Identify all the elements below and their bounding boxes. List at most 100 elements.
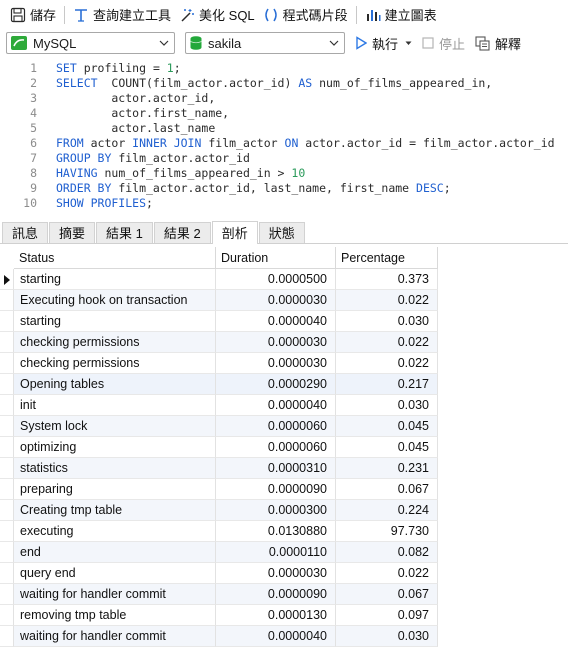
cell-percentage[interactable]: 0.224 [336,500,438,521]
cell-status[interactable]: checking permissions [14,332,216,353]
cell-status[interactable]: starting [14,269,216,290]
cell-percentage[interactable]: 0.030 [336,626,438,647]
table-row[interactable]: waiting for handler commit 0.0000090 0.067 [0,584,438,605]
cell-status[interactable]: end [14,542,216,563]
table-row[interactable]: removing tmp table 0.0000130 0.097 [0,605,438,626]
cell-status[interactable]: executing [14,521,216,542]
query-builder-button[interactable]: 查詢建立工具 [69,3,175,27]
table-row[interactable]: preparing 0.0000090 0.067 [0,479,438,500]
cell-percentage[interactable]: 0.067 [336,479,438,500]
cell-duration[interactable]: 0.0000500 [216,269,336,290]
cell-status[interactable]: Opening tables [14,374,216,395]
cell-percentage[interactable]: 0.097 [336,605,438,626]
row-selector[interactable] [0,626,14,647]
cell-duration[interactable]: 0.0130880 [216,521,336,542]
cell-duration[interactable]: 0.0000030 [216,332,336,353]
cell-percentage[interactable]: 0.030 [336,311,438,332]
column-header-duration[interactable]: Duration [216,247,336,269]
tab-result-1[interactable]: 結果 1 [96,222,153,243]
cell-duration[interactable]: 0.0000030 [216,290,336,311]
cell-duration[interactable]: 0.0000040 [216,311,336,332]
cell-percentage[interactable]: 0.373 [336,269,438,290]
cell-duration[interactable]: 0.0000030 [216,353,336,374]
column-header-status[interactable]: Status [14,247,216,269]
cell-status[interactable]: Executing hook on transaction [14,290,216,311]
sql-editor[interactable]: 1 SET profiling = 1; 2 SELECT COUNT(film_a… [0,58,568,214]
cell-duration[interactable]: 0.0000040 [216,626,336,647]
cell-percentage[interactable]: 0.082 [336,542,438,563]
database-select[interactable]: sakila [185,32,345,54]
cell-duration[interactable]: 0.0000090 [216,584,336,605]
table-row[interactable]: statistics 0.0000310 0.231 [0,458,438,479]
row-selector[interactable] [0,374,14,395]
cell-status[interactable]: System lock [14,416,216,437]
row-selector[interactable] [0,584,14,605]
row-selector[interactable] [0,605,14,626]
row-selector[interactable] [0,416,14,437]
run-dropdown-arrow-icon[interactable] [405,41,412,46]
cell-status[interactable]: Creating tmp table [14,500,216,521]
run-button[interactable]: 執行 [355,34,412,53]
cell-duration[interactable]: 0.0000040 [216,395,336,416]
connection-select[interactable]: MySQL [6,32,175,54]
cell-status[interactable]: removing tmp table [14,605,216,626]
cell-percentage[interactable]: 0.022 [336,290,438,311]
cell-percentage[interactable]: 0.045 [336,437,438,458]
row-selector[interactable] [0,395,14,416]
row-selector[interactable] [0,332,14,353]
table-row[interactable]: Opening tables 0.0000290 0.217 [0,374,438,395]
table-row[interactable]: System lock 0.0000060 0.045 [0,416,438,437]
cell-percentage[interactable]: 0.022 [336,563,438,584]
table-row[interactable]: Executing hook on transaction 0.0000030 0.… [0,290,438,311]
tab-status[interactable]: 狀態 [258,222,305,243]
cell-percentage[interactable]: 0.030 [336,395,438,416]
cell-percentage[interactable]: 0.217 [336,374,438,395]
row-selector[interactable] [0,479,14,500]
cell-percentage[interactable]: 0.022 [336,332,438,353]
cell-status[interactable]: statistics [14,458,216,479]
cell-duration[interactable]: 0.0000090 [216,479,336,500]
cell-status[interactable]: preparing [14,479,216,500]
table-row[interactable]: end 0.0000110 0.082 [0,542,438,563]
row-selector[interactable] [0,269,14,290]
cell-duration[interactable]: 0.0000060 [216,437,336,458]
row-selector[interactable] [0,521,14,542]
row-selector[interactable] [0,311,14,332]
row-selector[interactable] [0,437,14,458]
table-row[interactable]: query end 0.0000030 0.022 [0,563,438,584]
cell-status[interactable]: optimizing [14,437,216,458]
table-row[interactable]: starting 0.0000500 0.373 [0,269,438,290]
beautify-sql-button[interactable]: 美化 SQL [175,3,259,27]
table-row[interactable]: optimizing 0.0000060 0.045 [0,437,438,458]
tab-messages[interactable]: 訊息 [2,222,49,243]
cell-status[interactable]: starting [14,311,216,332]
column-header-percentage[interactable]: Percentage [336,247,438,269]
cell-percentage[interactable]: 0.045 [336,416,438,437]
save-button[interactable]: 儲存 [6,3,60,27]
cell-percentage[interactable]: 97.730 [336,521,438,542]
cell-duration[interactable]: 0.0000030 [216,563,336,584]
row-selector[interactable] [0,458,14,479]
stop-button[interactable]: 停止 [422,34,465,53]
tab-profile[interactable]: 剖析 [211,221,258,244]
explain-button[interactable]: 解釋 [475,34,521,53]
table-row[interactable]: waiting for handler commit 0.0000040 0.030 [0,626,438,647]
cell-percentage[interactable]: 0.231 [336,458,438,479]
cell-duration[interactable]: 0.0000060 [216,416,336,437]
row-selector[interactable] [0,353,14,374]
cell-duration[interactable]: 0.0000130 [216,605,336,626]
cell-status[interactable]: checking permissions [14,353,216,374]
row-selector[interactable] [0,542,14,563]
cell-status[interactable]: waiting for handler commit [14,584,216,605]
row-selector[interactable] [0,500,14,521]
table-row[interactable]: init 0.0000040 0.030 [0,395,438,416]
cell-percentage[interactable]: 0.067 [336,584,438,605]
create-chart-button[interactable]: 建立圖表 [361,3,441,27]
cell-status[interactable]: waiting for handler commit [14,626,216,647]
table-row[interactable]: executing 0.0130880 97.730 [0,521,438,542]
code-snippet-button[interactable]: 程式碼片段 [259,3,352,27]
table-row[interactable]: checking permissions 0.0000030 0.022 [0,353,438,374]
cell-status[interactable]: init [14,395,216,416]
table-row[interactable]: starting 0.0000040 0.030 [0,311,438,332]
cell-duration[interactable]: 0.0000300 [216,500,336,521]
